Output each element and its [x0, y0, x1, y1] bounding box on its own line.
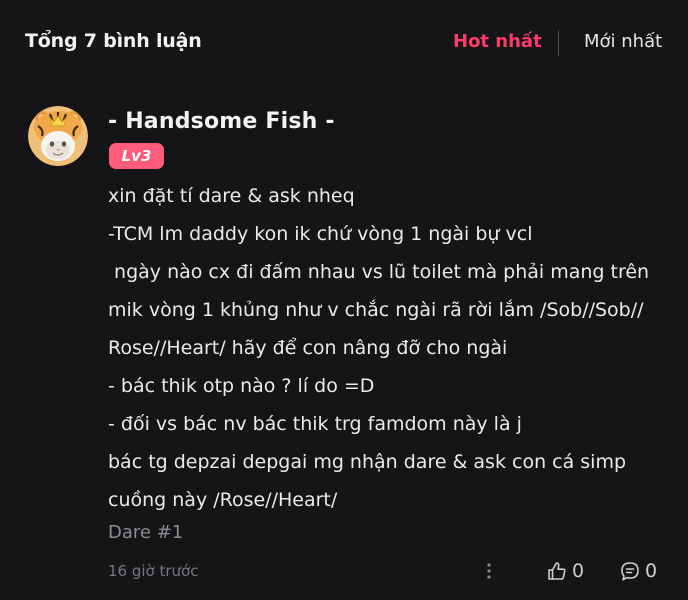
comment-line: xin đặt tí dare & ask nheq — [108, 185, 355, 207]
comment-line: cuồng này /Rose//Heart/ — [108, 489, 338, 511]
thumbs-up-icon — [548, 562, 566, 580]
chat-bubble-icon — [621, 562, 639, 581]
comments-header: Tổng 7 bình luận Hot nhất Mới nhất — [0, 0, 688, 84]
more-vertical-icon[interactable] — [482, 560, 496, 582]
comment-line: Rose//Heart/ hãy để con nâng đỡ cho ngài — [108, 337, 508, 359]
level-badge: Lv3 — [109, 143, 164, 169]
sort-divider — [558, 30, 559, 56]
avatar[interactable] — [28, 106, 88, 166]
like-button[interactable]: 0 — [546, 559, 584, 583]
comment-body: xin đặt tí dare & ask nheq -TCM lm daddy… — [108, 183, 678, 525]
sort-hot-tab[interactable]: Hot nhất — [453, 31, 542, 52]
reply-count: 0 — [645, 560, 658, 582]
comment-line: -TCM lm daddy kon ik chứ vòng 1 ngài bự … — [108, 223, 533, 245]
comment-username[interactable]: - Handsome Fish - — [108, 109, 335, 134]
reply-button[interactable]: 0 — [619, 559, 657, 583]
tiger-hat-cat-avatar-icon — [28, 106, 88, 166]
total-comments-label: Tổng 7 bình luận — [25, 30, 202, 52]
comment-tag[interactable]: Dare #1 — [108, 522, 183, 543]
sort-newest-tab[interactable]: Mới nhất — [584, 31, 662, 52]
comment-line: bác tg depzai depgai mg nhận dare & ask … — [108, 451, 627, 473]
comment-timestamp: 16 giờ trước — [108, 562, 199, 580]
comment-line: mik vòng 1 khủng như v chắc ngài rã rời … — [108, 299, 644, 321]
comment-line: - đối vs bác nv bác thik trg famdom này … — [108, 413, 522, 435]
comment-line: - bác thik otp nào ? lí do =D — [108, 375, 375, 397]
comment-line: ngày nào cx đi đấm nhau vs lũ toilet mà … — [108, 261, 650, 283]
like-count: 0 — [572, 560, 585, 582]
